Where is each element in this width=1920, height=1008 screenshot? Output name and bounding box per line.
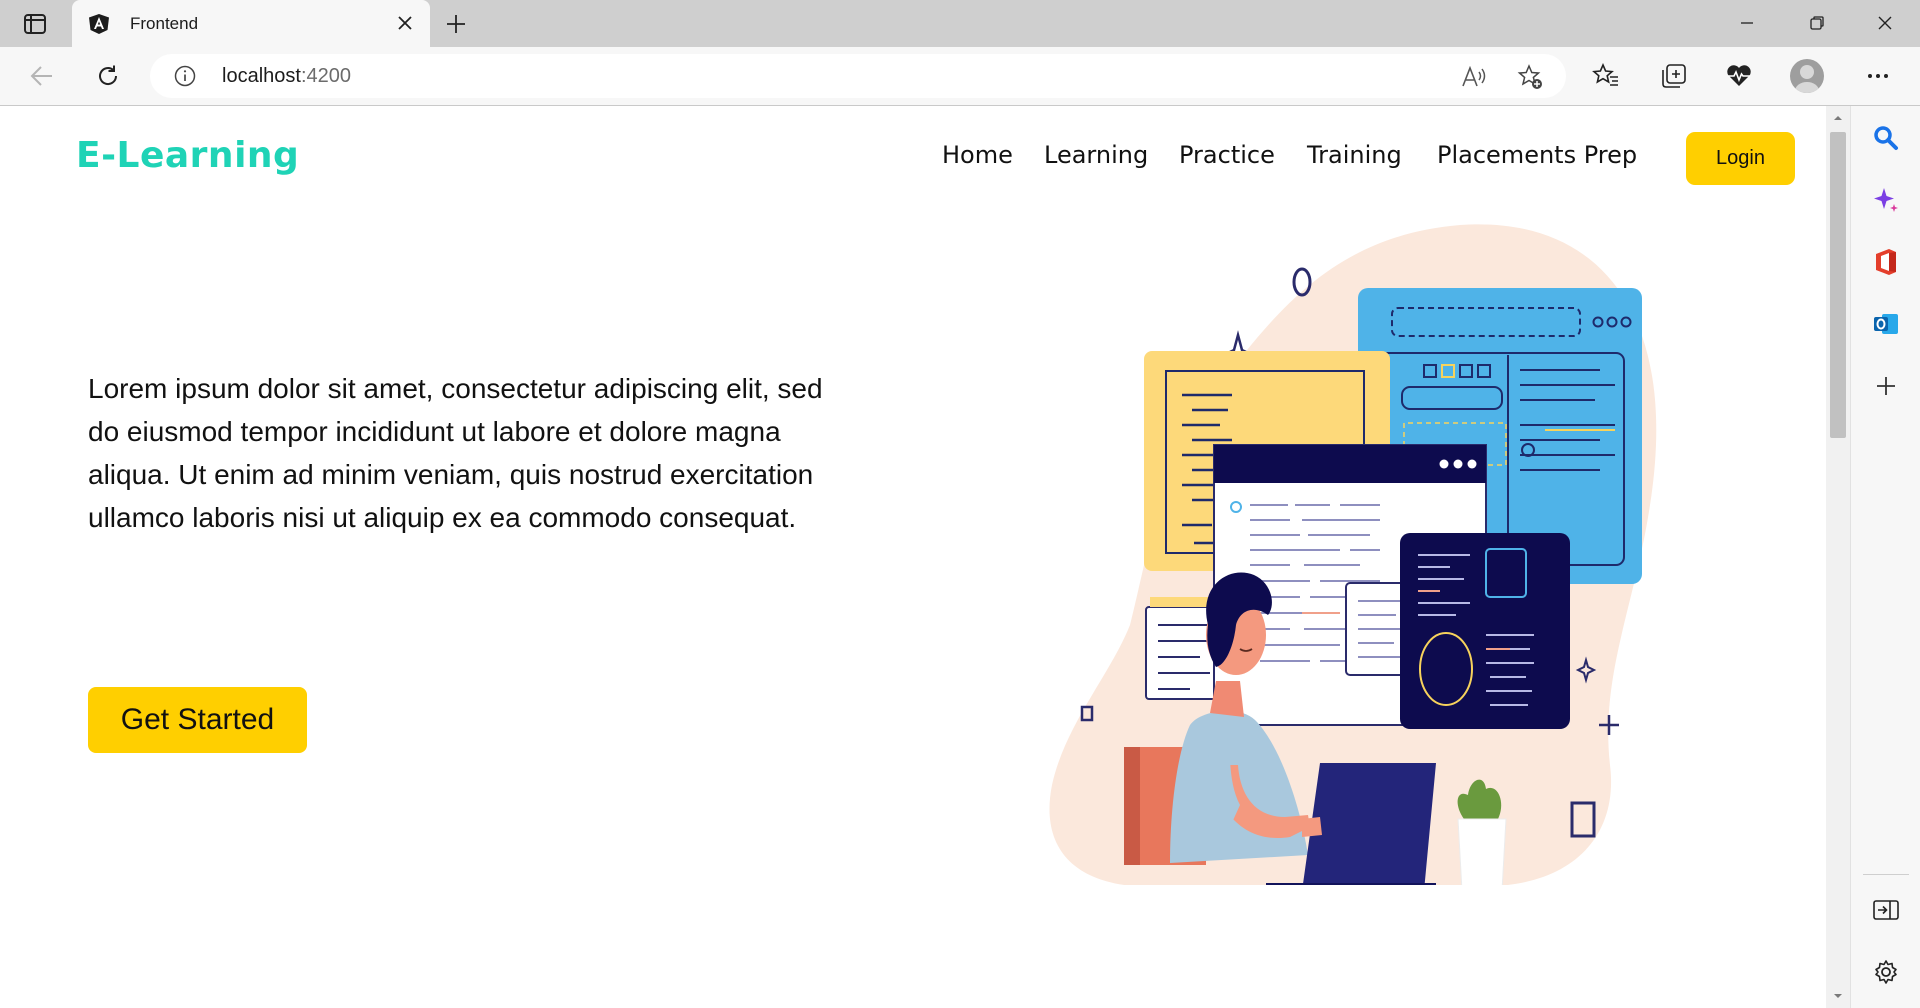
- profile-icon: [1795, 65, 1819, 93]
- search-icon: [1874, 126, 1898, 150]
- minimize-icon: [1741, 22, 1753, 24]
- hide-sidebar-button[interactable]: [1868, 892, 1904, 928]
- close-icon: [1878, 16, 1892, 30]
- nav-practice[interactable]: Practice: [1179, 141, 1275, 169]
- address-bar: localhost:4200: [0, 47, 1920, 106]
- close-tab-button[interactable]: [394, 12, 416, 34]
- get-started-button[interactable]: Get Started: [88, 687, 307, 753]
- tab-actions-icon: [24, 14, 46, 34]
- browser-essentials-button[interactable]: [1723, 60, 1755, 92]
- page-scrollbar[interactable]: [1826, 106, 1850, 1008]
- back-arrow-icon: [30, 66, 52, 86]
- heart-pulse-icon: [1727, 65, 1751, 86]
- scrollbar-thumb[interactable]: [1830, 132, 1846, 438]
- plus-icon: [447, 15, 465, 33]
- info-icon[interactable]: [174, 65, 196, 87]
- favorites-button[interactable]: [1590, 60, 1622, 92]
- star-plus-icon: [1517, 64, 1542, 89]
- sidebar-office-button[interactable]: [1868, 244, 1904, 280]
- sidebar-icon: [1873, 900, 1899, 920]
- tab-title: Frontend: [130, 13, 199, 33]
- restore-button[interactable]: [1794, 6, 1840, 40]
- favorites-icon: [1592, 63, 1618, 86]
- new-tab-button[interactable]: [440, 8, 472, 40]
- close-window-button[interactable]: [1862, 6, 1908, 40]
- angular-icon: [89, 13, 109, 34]
- scroll-down-icon[interactable]: [1832, 990, 1844, 1002]
- scroll-up-icon[interactable]: [1832, 112, 1844, 124]
- web-page: E-Learning Home Learning Practice Traini…: [0, 107, 1826, 1008]
- nav-learning[interactable]: Learning: [1044, 141, 1148, 169]
- more-button[interactable]: [1862, 60, 1894, 92]
- hero-description: Lorem ipsum dolor sit amet, consectetur …: [88, 373, 823, 533]
- collections-button[interactable]: [1658, 60, 1690, 92]
- restore-icon: [1810, 16, 1824, 30]
- url-port: :4200: [300, 65, 351, 87]
- login-button[interactable]: Login: [1686, 132, 1795, 185]
- read-aloud-button[interactable]: [1460, 63, 1488, 91]
- refresh-icon: [99, 65, 118, 85]
- nav-placements-prep[interactable]: Placements Prep: [1437, 141, 1637, 169]
- nav-training[interactable]: Training: [1307, 141, 1402, 169]
- tab-actions-button[interactable]: [16, 10, 54, 38]
- gear-icon: [1875, 960, 1897, 984]
- tab-bar: Frontend: [0, 0, 1920, 47]
- close-icon: [398, 16, 412, 30]
- sidebar-divider: [1863, 874, 1909, 875]
- plus-icon: [1877, 377, 1895, 395]
- url-host: localhost: [222, 65, 301, 87]
- read-aloud-icon: [1462, 66, 1486, 87]
- office-icon: [1876, 249, 1896, 275]
- sidebar-settings-button[interactable]: [1868, 954, 1904, 990]
- collections-icon: [1662, 64, 1686, 88]
- more-icon: [1868, 74, 1888, 78]
- sidebar-outlook-button[interactable]: [1868, 306, 1904, 342]
- sidebar-add-button[interactable]: [1868, 368, 1904, 404]
- outlook-icon: [1874, 314, 1898, 334]
- refresh-button[interactable]: [90, 58, 126, 94]
- edge-sidebar: [1850, 106, 1920, 1008]
- add-favorite-button[interactable]: [1516, 63, 1544, 91]
- sparkle-icon: [1874, 188, 1898, 212]
- browser-tab[interactable]: Frontend: [72, 0, 430, 47]
- profile-button[interactable]: [1790, 59, 1824, 93]
- back-button[interactable]: [24, 58, 60, 94]
- url-field[interactable]: localhost:4200: [150, 54, 1566, 98]
- url-text: localhost:4200: [222, 65, 351, 88]
- minimize-button[interactable]: [1724, 6, 1770, 40]
- site-logo[interactable]: E-Learning: [76, 135, 299, 176]
- nav-home[interactable]: Home: [942, 141, 1013, 169]
- hero-illustration: [1049, 224, 1657, 885]
- sidebar-copilot-button[interactable]: [1868, 182, 1904, 218]
- sidebar-search-button[interactable]: [1868, 120, 1904, 156]
